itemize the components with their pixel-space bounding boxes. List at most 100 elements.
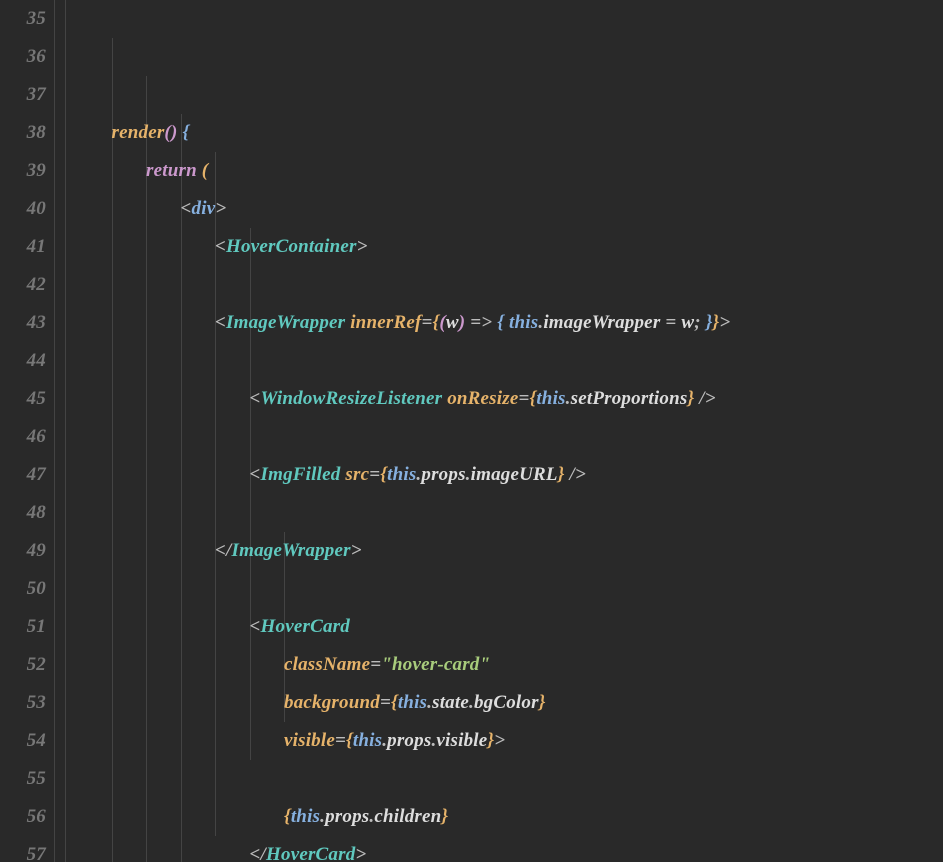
token: > xyxy=(355,844,366,862)
token: = xyxy=(380,692,391,713)
token: } xyxy=(706,312,713,333)
token: => xyxy=(470,312,492,333)
line-number: 49 xyxy=(0,532,46,570)
token: } xyxy=(539,692,546,713)
token: this xyxy=(353,730,382,751)
line-number: 35 xyxy=(0,0,46,38)
code-line[interactable] xyxy=(77,342,730,380)
token: state xyxy=(432,692,469,713)
token: { xyxy=(182,122,189,143)
token: /> xyxy=(699,388,716,409)
token: innerRef xyxy=(350,312,421,333)
token: props xyxy=(421,464,465,485)
code-line[interactable] xyxy=(77,570,730,608)
token: > xyxy=(719,312,730,333)
token: } xyxy=(558,464,565,485)
token: { xyxy=(346,730,353,751)
line-number: 39 xyxy=(0,152,46,190)
token: src xyxy=(345,464,369,485)
code-line[interactable] xyxy=(77,418,730,456)
line-number: 53 xyxy=(0,684,46,722)
token: props xyxy=(325,806,369,827)
token: this xyxy=(291,806,320,827)
line-number: 48 xyxy=(0,494,46,532)
token: = xyxy=(518,388,529,409)
token: children xyxy=(374,806,441,827)
token: imageURL xyxy=(471,464,558,485)
token: visible xyxy=(436,730,487,751)
line-number: 54 xyxy=(0,722,46,760)
token: ImgFilled xyxy=(261,464,341,485)
line-number: 44 xyxy=(0,342,46,380)
token: render xyxy=(112,122,165,143)
code-line[interactable]: visible={this.props.visible}> xyxy=(77,722,730,760)
code-line[interactable]: className="hover-card" xyxy=(77,646,730,684)
line-number: 56 xyxy=(0,798,46,836)
token: < xyxy=(250,616,261,637)
token: > xyxy=(494,730,505,751)
token: < xyxy=(215,236,226,257)
code-line[interactable] xyxy=(77,494,730,532)
line-number: 47 xyxy=(0,456,46,494)
token: </ xyxy=(215,540,232,561)
token: HoverCard xyxy=(261,616,350,637)
token: HoverCard xyxy=(266,844,355,862)
token: onResize xyxy=(447,388,518,409)
token: className xyxy=(284,654,370,675)
token: = xyxy=(369,464,380,485)
line-number: 40 xyxy=(0,190,46,228)
code-area[interactable]: render() {return (<div><HoverContainer><… xyxy=(77,0,730,862)
token: bgColor xyxy=(474,692,539,713)
token: setProportions xyxy=(571,388,688,409)
code-line[interactable]: <WindowResizeListener onResize={this.set… xyxy=(77,380,730,418)
token: props xyxy=(387,730,431,751)
token: /> xyxy=(570,464,587,485)
line-number: 51 xyxy=(0,608,46,646)
code-line[interactable]: </ImageWrapper> xyxy=(77,532,730,570)
token: = xyxy=(335,730,346,751)
token: this xyxy=(536,388,565,409)
token: visible xyxy=(284,730,335,751)
line-number: 46 xyxy=(0,418,46,456)
code-line[interactable] xyxy=(77,266,730,304)
code-line[interactable]: background={this.state.bgColor} xyxy=(77,684,730,722)
line-number: 36 xyxy=(0,38,46,76)
token: > xyxy=(351,540,362,561)
token: > xyxy=(215,198,226,219)
code-line[interactable]: render() { xyxy=(77,114,730,152)
token: background xyxy=(284,692,380,713)
code-line[interactable]: <ImgFilled src={this.props.imageURL} /> xyxy=(77,456,730,494)
code-line[interactable]: <ImageWrapper innerRef={(w) => { this.im… xyxy=(77,304,730,342)
code-line[interactable]: return ( xyxy=(77,152,730,190)
line-number: 38 xyxy=(0,114,46,152)
token: HoverContainer xyxy=(226,236,357,257)
ruler-line xyxy=(65,0,66,862)
token: this xyxy=(387,464,416,485)
code-editor[interactable]: 3536373839404142434445464748495051525354… xyxy=(0,0,943,862)
code-line[interactable]: <HoverContainer> xyxy=(77,228,730,266)
token: ImageWrapper xyxy=(232,540,351,561)
line-number: 42 xyxy=(0,266,46,304)
token: < xyxy=(181,198,192,219)
token: return xyxy=(146,160,197,181)
line-number: 43 xyxy=(0,304,46,342)
token: "hover-card" xyxy=(381,654,490,675)
token: > xyxy=(357,236,368,257)
token: () xyxy=(164,122,177,143)
line-number: 55 xyxy=(0,760,46,798)
code-line[interactable] xyxy=(77,760,730,798)
line-number: 37 xyxy=(0,76,46,114)
token: { xyxy=(391,692,398,713)
code-line[interactable]: {this.props.children} xyxy=(77,798,730,836)
line-number: 45 xyxy=(0,380,46,418)
ruler-area xyxy=(55,0,77,862)
token: } xyxy=(441,806,448,827)
code-line[interactable]: </HoverCard> xyxy=(77,836,730,862)
code-line[interactable]: <HoverCard xyxy=(77,608,730,646)
code-line[interactable]: <div> xyxy=(77,190,730,228)
line-number: 57 xyxy=(0,836,46,862)
token: ImageWrapper xyxy=(226,312,345,333)
line-number: 52 xyxy=(0,646,46,684)
line-number: 50 xyxy=(0,570,46,608)
token: = xyxy=(660,312,681,333)
